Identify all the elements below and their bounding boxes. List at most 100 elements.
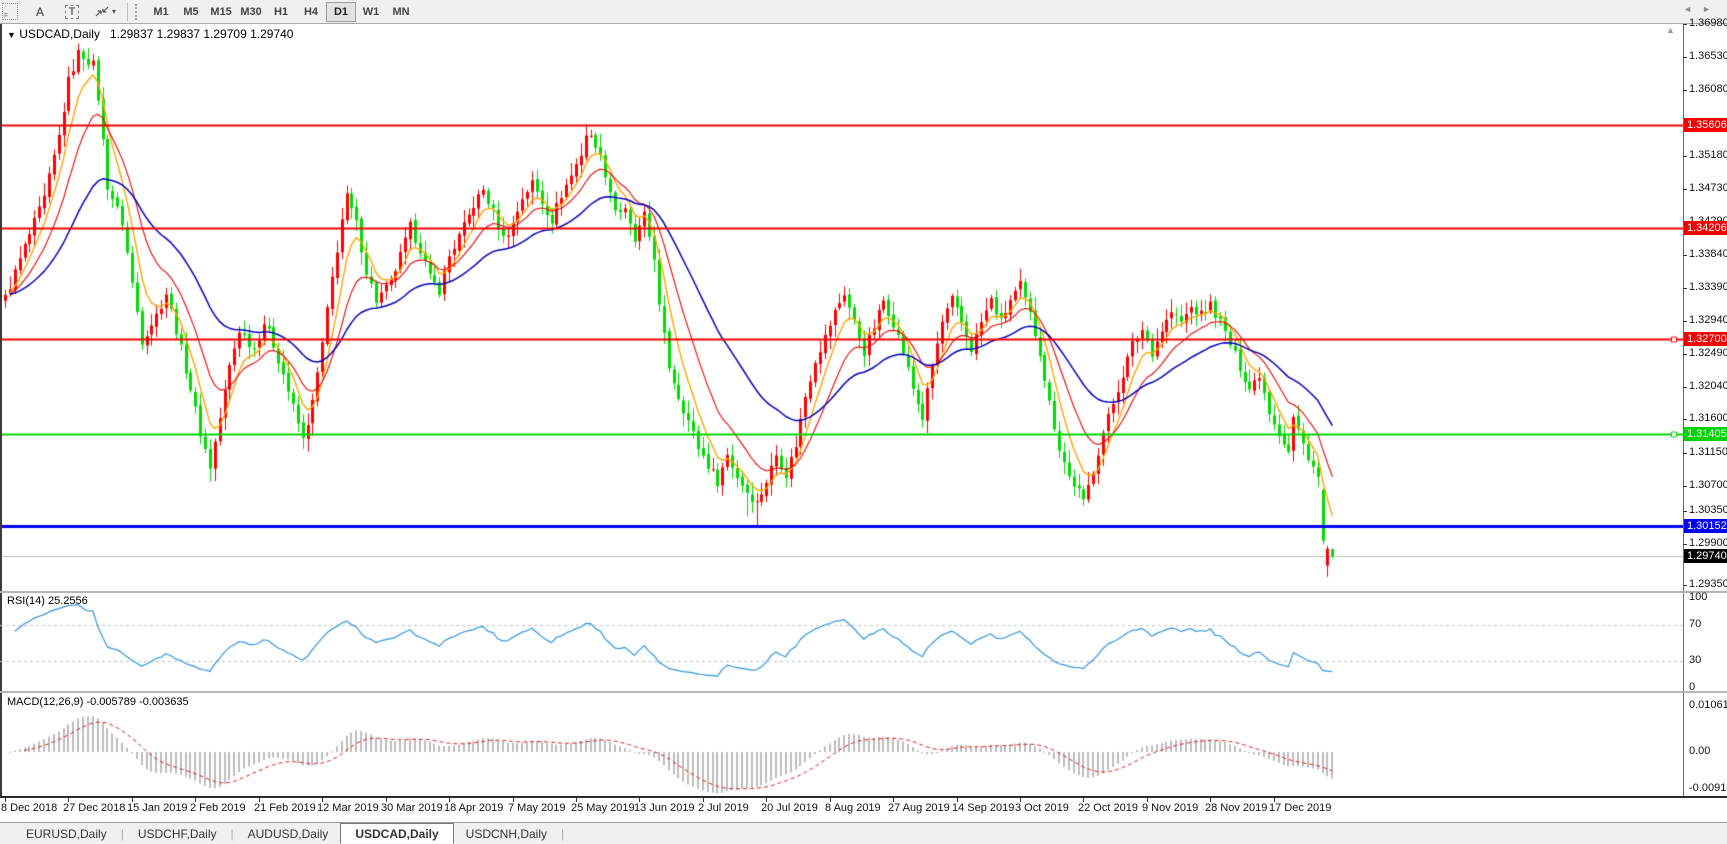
scroll-to-end-icon[interactable]: ▲ xyxy=(1666,25,1675,35)
tab-scroll-arrows[interactable]: ◄► xyxy=(1683,4,1721,14)
timeframe-button-h1[interactable]: H1 xyxy=(266,2,296,22)
rsi-axis-label: 30 xyxy=(1689,654,1701,666)
pane-divider[interactable] xyxy=(0,691,1727,693)
price-axis-label: 1.36530 xyxy=(1689,50,1727,62)
date-axis-label: 25 May 2019 xyxy=(571,802,635,814)
chart-dropdown-caret-icon[interactable]: ▼ xyxy=(7,30,16,40)
macd-axis-label: -0.009181 xyxy=(1689,782,1727,794)
price-axis-tick xyxy=(1683,90,1687,91)
rsi-axis-label: 70 xyxy=(1689,618,1701,630)
price-line-badge: 1.32700 xyxy=(1684,332,1727,346)
date-axis-label: 14 Sep 2019 xyxy=(952,802,1014,814)
chart-tab-usdcad[interactable]: USDCAD,Daily xyxy=(340,823,453,844)
price-axis-label: 1.32940 xyxy=(1689,314,1727,326)
date-axis-label: 17 Dec 2019 xyxy=(1269,802,1331,814)
date-axis-label: 20 Jul 2019 xyxy=(761,802,818,814)
timeframe-button-w1[interactable]: W1 xyxy=(356,2,386,22)
toolbar-grip-icon[interactable]: F xyxy=(2,3,18,20)
timeframe-button-h4[interactable]: H4 xyxy=(296,2,326,22)
chart-tab-audusd[interactable]: AUDUSD,Daily xyxy=(236,825,341,843)
macd-axis-label: 0.00 xyxy=(1689,745,1710,757)
price-axis-tick xyxy=(1683,24,1687,25)
text-box-tool-button[interactable]: T xyxy=(58,2,86,22)
price-axis-tick xyxy=(1683,585,1687,586)
price-axis-tick xyxy=(1683,189,1687,190)
price-axis-label: 1.29900 xyxy=(1689,537,1727,549)
rsi-canvas[interactable] xyxy=(0,594,1684,691)
price-axis-label: 1.36980 xyxy=(1689,17,1727,29)
price-line-badge: 1.31405 xyxy=(1684,427,1727,441)
price-axis-label: 1.33840 xyxy=(1689,248,1727,260)
tab-separator: | xyxy=(231,827,234,841)
chart-title: ▼ USDCAD,Daily 1.29837 1.29837 1.29709 1.… xyxy=(7,27,293,41)
price-axis-tick xyxy=(1683,156,1687,157)
pane-divider[interactable] xyxy=(0,591,1727,593)
rsi-axis-label: 100 xyxy=(1689,591,1707,603)
date-axis-label: 22 Oct 2019 xyxy=(1078,802,1138,814)
timeframe-button-m30[interactable]: M30 xyxy=(236,2,266,22)
macd-canvas[interactable] xyxy=(0,694,1684,797)
chevron-down-icon: ▾ xyxy=(112,7,116,16)
timeframe-button-d1[interactable]: D1 xyxy=(326,2,356,22)
chart-tab-bar: EURUSD,Daily|USDCHF,Daily|AUDUSD,DailyUS… xyxy=(0,822,1727,844)
price-axis-tick xyxy=(1683,354,1687,355)
toolbar: F A T ▾ M1M5M15M30H1H4D1W1MN xyxy=(0,0,1727,24)
chart-symbol: USDCAD,Daily xyxy=(19,27,100,41)
price-axis-label: 1.33390 xyxy=(1689,281,1727,293)
price-axis-label: 1.31150 xyxy=(1689,446,1727,458)
tab-scroll-left-icon[interactable]: ◄ xyxy=(1683,4,1702,14)
tab-scroll-right-icon[interactable]: ► xyxy=(1702,4,1721,14)
current-price-badge: 1.29740 xyxy=(1684,549,1727,563)
timeframe-button-m5[interactable]: M5 xyxy=(176,2,206,22)
chart-tab-eurusd[interactable]: EURUSD,Daily xyxy=(14,825,119,843)
price-axis-tick xyxy=(1683,321,1687,322)
price-axis-label: 1.35180 xyxy=(1689,149,1727,161)
draw-arrows-tool-button[interactable]: ▾ xyxy=(90,2,120,22)
timeframe-grip-icon[interactable] xyxy=(135,4,140,20)
price-chart-canvas[interactable] xyxy=(0,24,1684,591)
price-axis-label: 1.31600 xyxy=(1689,412,1727,424)
tab-separator: | xyxy=(561,827,564,841)
tab-separator: | xyxy=(121,827,124,841)
date-axis-label: 27 Dec 2018 xyxy=(63,802,125,814)
price-axis-tick xyxy=(1683,387,1687,388)
timeframe-button-mn[interactable]: MN xyxy=(386,2,416,22)
mt4-window: F A T ▾ M1M5M15M30H1H4D1W1MN ▼ USDCAD,Da… xyxy=(0,0,1727,844)
date-axis-label: 12 Mar 2019 xyxy=(317,802,379,814)
text-label-tool-button[interactable]: A xyxy=(26,2,54,22)
chart-tab-usdcnh[interactable]: USDCNH,Daily xyxy=(454,825,559,843)
price-line-badge: 1.35606 xyxy=(1684,118,1727,132)
date-axis-label: 13 Jun 2019 xyxy=(634,802,695,814)
date-axis-label: 3 Oct 2019 xyxy=(1015,802,1069,814)
date-axis-label: 8 Dec 2018 xyxy=(1,802,57,814)
price-axis-tick xyxy=(1683,288,1687,289)
date-axis-label: 27 Aug 2019 xyxy=(888,802,950,814)
price-axis-label: 1.34730 xyxy=(1689,182,1727,194)
chart-ohlc-values: 1.29837 1.29837 1.29709 1.29740 xyxy=(110,27,294,41)
price-axis-tick xyxy=(1683,419,1687,420)
arrows-icon xyxy=(94,5,110,18)
macd-label: MACD(12,26,9) -0.005789 -0.003635 xyxy=(7,696,189,708)
rsi-axis-label: 0 xyxy=(1689,681,1695,693)
date-axis-label: 15 Jan 2019 xyxy=(127,802,188,814)
timeframe-group: M1M5M15M30H1H4D1W1MN xyxy=(146,2,416,22)
price-axis-label: 1.29350 xyxy=(1689,578,1727,590)
rsi-label: RSI(14) 25.2556 xyxy=(7,595,88,607)
date-axis[interactable]: 8 Dec 2018 27 Dec 201815 Jan 20192 Feb 20… xyxy=(0,798,1727,821)
date-axis-label: 2 Jul 2019 xyxy=(698,802,749,814)
date-axis-label: 7 May 2019 xyxy=(508,802,565,814)
date-axis-label: 9 Nov 2019 xyxy=(1142,802,1198,814)
timeframe-button-m1[interactable]: M1 xyxy=(146,2,176,22)
toolbar-separator xyxy=(127,3,128,21)
price-axis-label: 1.30350 xyxy=(1689,504,1727,516)
price-axis-tick xyxy=(1683,255,1687,256)
chart-tab-usdchf[interactable]: USDCHF,Daily xyxy=(126,825,229,843)
price-axis-label: 1.30700 xyxy=(1689,479,1727,491)
price-axis-label: 1.32040 xyxy=(1689,380,1727,392)
price-axis-tick xyxy=(1683,544,1687,545)
timeframe-button-m15[interactable]: M15 xyxy=(206,2,236,22)
price-axis-tick xyxy=(1683,57,1687,58)
price-axis-tick xyxy=(1683,486,1687,487)
date-axis-label: 2 Feb 2019 xyxy=(190,802,246,814)
price-axis-label: 1.36080 xyxy=(1689,83,1727,95)
